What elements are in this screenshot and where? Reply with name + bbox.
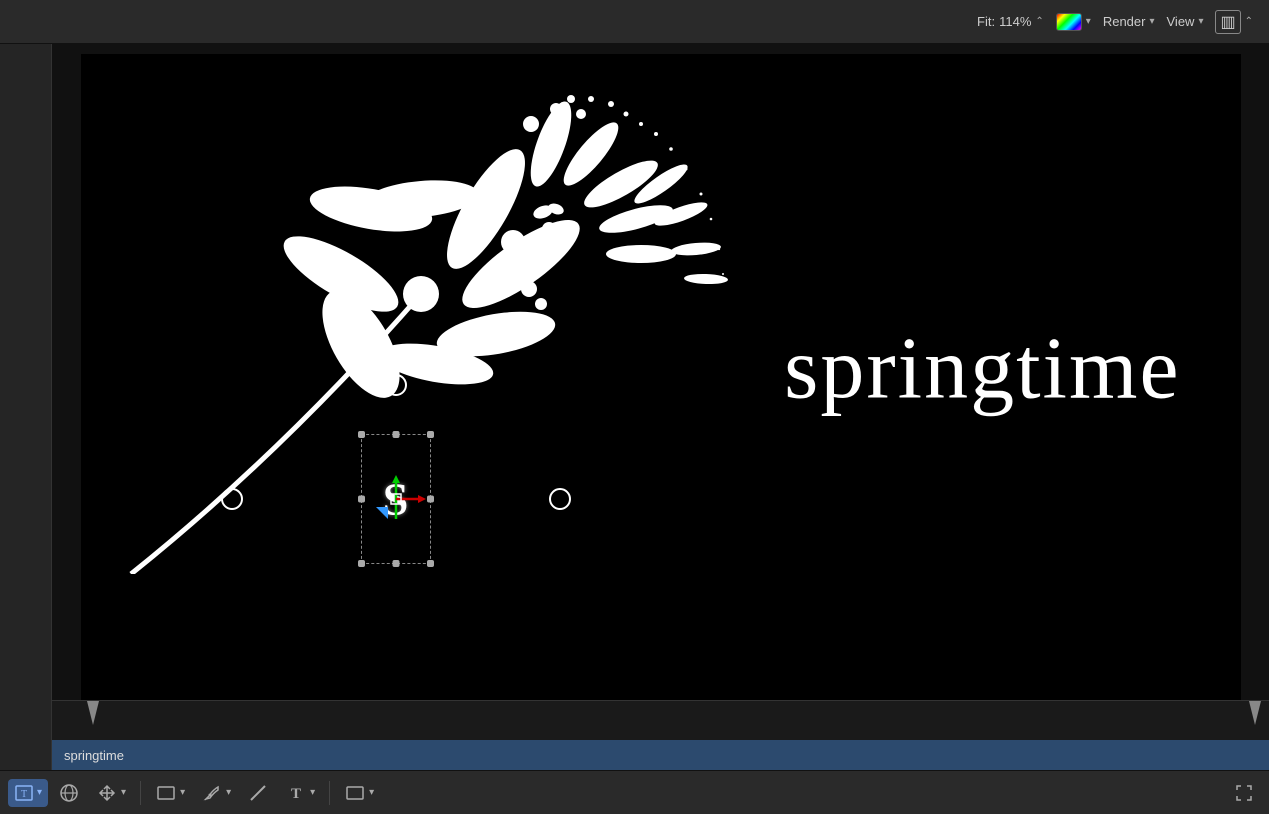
- dot-bl[interactable]: [358, 560, 365, 567]
- pen-chevron-icon: ▾: [226, 787, 231, 798]
- rect-select-icon: [344, 782, 366, 804]
- dot-ml[interactable]: [358, 496, 365, 503]
- left-sidebar: [0, 44, 52, 770]
- pan-tool-button[interactable]: ▾: [90, 778, 132, 808]
- rect-select-button[interactable]: ▾: [338, 778, 380, 808]
- color-swatch: [1056, 13, 1082, 31]
- orbit-tool-icon: [58, 782, 80, 804]
- text-insert-chevron: ▾: [310, 787, 315, 798]
- color-control[interactable]: ▾: [1056, 13, 1091, 31]
- shape-tool-button[interactable]: ▾: [149, 778, 191, 808]
- render-chevron-icon: ▾: [1149, 16, 1154, 27]
- expand-button[interactable]: [1227, 778, 1261, 808]
- svg-text:T: T: [21, 789, 27, 800]
- timeline-needle-left[interactable]: [87, 701, 99, 725]
- handle-top[interactable]: [385, 374, 407, 396]
- view-control[interactable]: View ▾: [1167, 14, 1204, 29]
- svg-text:T: T: [291, 786, 301, 802]
- bounding-box[interactable]: S: [361, 434, 431, 564]
- view-chevron-icon: ▾: [1198, 16, 1203, 27]
- layout-control[interactable]: ▥ ⌃: [1215, 10, 1253, 34]
- pan-tool-chevron: ▾: [121, 787, 126, 798]
- canvas-area: springtime: [52, 44, 1269, 714]
- render-control[interactable]: Render ▾: [1103, 14, 1155, 29]
- pen-tool-button[interactable]: ▾: [195, 778, 237, 808]
- text-tool-button[interactable]: T ▾: [8, 779, 48, 807]
- dot-tl[interactable]: [358, 431, 365, 438]
- layout-icon: ▥: [1215, 10, 1240, 34]
- separator-2: [329, 781, 330, 805]
- pan-tool-icon: [96, 782, 118, 804]
- transform-widget[interactable]: S: [361, 434, 431, 564]
- timeline-needle-right[interactable]: [1249, 701, 1261, 725]
- text-tool-chevron: ▾: [37, 787, 42, 798]
- fit-value: 114%: [999, 14, 1031, 29]
- handle-left[interactable]: [221, 488, 243, 510]
- rect-select-chevron: ▾: [369, 787, 374, 798]
- dot-br[interactable]: [427, 560, 434, 567]
- bottom-toolbar: T ▾ ▾ ▾: [0, 770, 1269, 814]
- render-label: Render: [1103, 14, 1146, 29]
- expand-icon: [1233, 782, 1255, 804]
- line-tool-icon: [247, 782, 269, 804]
- text-insert-button[interactable]: T ▾: [279, 778, 321, 808]
- shape-tool-icon: [155, 782, 177, 804]
- dot-tr[interactable]: [427, 431, 434, 438]
- color-chevron-icon: ▾: [1086, 16, 1091, 27]
- timeline-label-bar: springtime: [52, 740, 1269, 770]
- canvas[interactable]: springtime: [81, 54, 1241, 704]
- fit-label: Fit:: [977, 14, 995, 29]
- dot-tc[interactable]: [392, 431, 399, 438]
- text-insert-icon: T: [285, 782, 307, 804]
- shape-chevron-icon: ▾: [180, 787, 185, 798]
- dot-mr[interactable]: [427, 496, 434, 503]
- app: Fit: 114% ⌃ ▾ Render ▾ View ▾ ▥ ⌃: [0, 0, 1269, 814]
- orbit-tool-button[interactable]: [52, 778, 86, 808]
- handle-right[interactable]: [549, 488, 571, 510]
- timeline: springtime: [52, 700, 1269, 770]
- line-tool-button[interactable]: [241, 778, 275, 808]
- timeline-clip-label: springtime: [64, 748, 124, 763]
- main-text: springtime: [784, 318, 1180, 419]
- top-toolbar: Fit: 114% ⌃ ▾ Render ▾ View ▾ ▥ ⌃: [0, 0, 1269, 44]
- separator-1: [140, 781, 141, 805]
- fit-control[interactable]: Fit: 114% ⌃: [977, 14, 1044, 29]
- canvas-wrapper: springtime: [52, 44, 1269, 714]
- view-label: View: [1167, 14, 1195, 29]
- transform-arrows-icon: [366, 469, 426, 529]
- dot-bc[interactable]: [392, 560, 399, 567]
- fit-chevron-icon: ⌃: [1035, 16, 1043, 27]
- pen-tool-icon: [201, 782, 223, 804]
- text-tool-icon: T: [14, 783, 34, 803]
- layout-chevron-icon: ⌃: [1245, 16, 1253, 27]
